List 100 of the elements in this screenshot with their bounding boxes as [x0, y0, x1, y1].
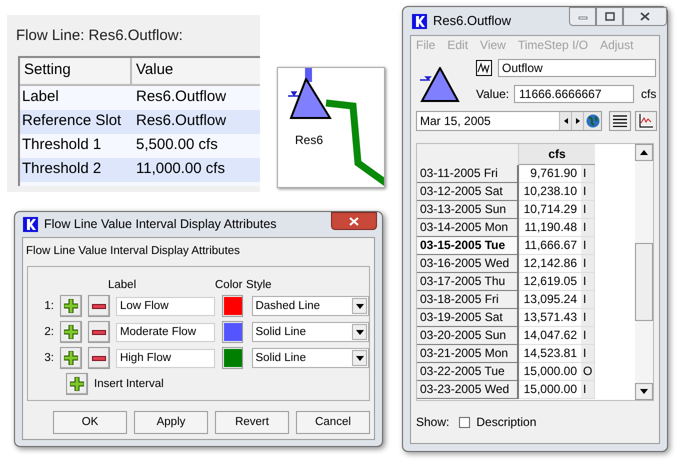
date-cell[interactable]: 03-17-2005 Thu: [417, 273, 519, 291]
close-button[interactable]: [623, 7, 667, 26]
dialog-title: Flow Line Value Interval Display Attributes: [44, 216, 278, 234]
date-cell[interactable]: 03-11-2005 Fri: [417, 165, 519, 183]
dropdown-arrow-icon: [356, 356, 364, 361]
date-cell[interactable]: 03-16-2005 Wed: [417, 255, 519, 273]
column-header: Label: [108, 278, 138, 294]
column-header: Setting: [20, 58, 132, 86]
remove-interval-button[interactable]: [88, 347, 110, 370]
minus-icon: [92, 356, 106, 361]
column-header: Style: [246, 278, 272, 294]
interval-label-field[interactable]: High Flow: [116, 348, 215, 368]
insert-interval-button[interactable]: [66, 373, 88, 396]
minus-icon: [92, 330, 106, 335]
dropdown-arrow-icon: [356, 304, 364, 309]
dialog-button[interactable]: OK: [53, 411, 127, 434]
table-cell-text: Threshold 2: [21, 159, 102, 180]
slot-name-field[interactable]: Outflow: [498, 59, 656, 77]
window-title: Res6.Outflow: [433, 12, 512, 30]
insert-interval-label: Insert Interval: [94, 376, 164, 392]
flag-cell: I: [581, 219, 595, 237]
app-logo-icon: [23, 217, 38, 232]
list-view-button[interactable]: [609, 111, 631, 131]
flag-cell: I: [581, 381, 595, 399]
date-cell[interactable]: 03-12-2005 Sat: [417, 183, 519, 201]
unit-label: cfs: [641, 86, 656, 103]
date-cell[interactable]: 03-15-2005 Tue: [417, 237, 519, 255]
maximize-icon: [604, 12, 614, 21]
add-interval-button[interactable]: [60, 321, 82, 344]
dialog-button[interactable]: Cancel: [296, 411, 370, 434]
date-cell[interactable]: 03-19-2005 Sat: [417, 309, 519, 327]
style-dropdown[interactable]: Solid Line: [252, 348, 369, 368]
style-value: Dashed Line: [254, 298, 322, 314]
plot-button[interactable]: [635, 111, 657, 131]
chart-icon: [639, 114, 653, 128]
value-field[interactable]: 11666.6666667: [514, 85, 634, 103]
interval-number: 1:: [43, 298, 54, 314]
date-cell[interactable]: 03-23-2005 Wed: [417, 381, 519, 399]
flag-cell: I: [581, 237, 595, 255]
close-icon: [349, 216, 359, 226]
table-cell-text: Threshold 1: [21, 135, 102, 156]
dropdown-arrow-icon: [356, 330, 364, 335]
flag-cell: I: [581, 291, 595, 309]
wave-icon: [476, 60, 492, 76]
style-value: Solid Line: [254, 350, 307, 366]
table-cell-text: Res6.Outflow: [135, 111, 226, 132]
interval-label-field[interactable]: Low Flow: [116, 296, 215, 316]
scroll-up-button[interactable]: [635, 144, 653, 161]
flag-cell: I: [581, 201, 595, 219]
reservoir-label: Res6: [295, 132, 324, 149]
flag-cell: I: [581, 165, 595, 183]
date-cell[interactable]: 03-22-2005 Tue: [417, 363, 519, 381]
column-header: Color: [215, 278, 244, 294]
close-icon: [640, 12, 650, 21]
reservoir-icon: [420, 67, 460, 103]
up-arrow-icon: [640, 150, 648, 155]
plus-icon: [70, 377, 84, 392]
table-cell-text: 11,000.00 cfs: [135, 159, 225, 180]
panel-title: Flow Line: Res6.Outflow:: [16, 26, 184, 46]
flag-cell: I: [581, 183, 595, 201]
maximize-button[interactable]: [596, 7, 623, 26]
add-interval-button[interactable]: [60, 347, 82, 370]
close-button[interactable]: [331, 212, 377, 230]
table-cell-text: Res6.Outflow: [135, 87, 226, 108]
date-cell[interactable]: 03-20-2005 Sun: [417, 327, 519, 345]
app-logo-icon: [412, 14, 427, 28]
flag-cell: I: [581, 327, 595, 345]
column-header: Value: [132, 58, 260, 86]
table-cell-text: 5,500.00 cfs: [135, 135, 218, 156]
down-arrow-icon: [640, 389, 648, 394]
plus-icon: [64, 299, 78, 314]
interval-label-field[interactable]: Moderate Flow: [116, 322, 215, 342]
column-header: cfs: [519, 144, 595, 165]
remove-interval-button[interactable]: [88, 295, 110, 318]
add-interval-button[interactable]: [60, 295, 82, 318]
flag-cell: I: [581, 273, 595, 291]
table-cell-text: Label: [21, 87, 60, 108]
flag-cell: O: [581, 363, 595, 381]
lines-icon: [613, 115, 627, 127]
reservoir-icon: [288, 78, 333, 120]
plus-icon: [64, 325, 78, 340]
minus-icon: [92, 304, 106, 309]
date-cell[interactable]: 03-21-2005 Mon: [417, 345, 519, 363]
date-cell[interactable]: 03-14-2005 Mon: [417, 219, 519, 237]
plus-icon: [64, 351, 78, 366]
table-cell-text: Reference Slot: [21, 111, 122, 132]
scrollbar[interactable]: [635, 144, 653, 400]
interval-number: 2:: [43, 324, 54, 340]
style-dropdown[interactable]: Dashed Line: [252, 296, 369, 316]
remove-interval-button[interactable]: [88, 321, 110, 344]
flag-cell: I: [581, 255, 595, 273]
style-dropdown[interactable]: Solid Line: [252, 322, 369, 342]
dialog-button[interactable]: Revert: [215, 411, 289, 434]
date-cell[interactable]: 03-18-2005 Fri: [417, 291, 519, 309]
description-checkbox[interactable]: [459, 416, 470, 428]
scroll-thumb[interactable]: [635, 243, 653, 321]
interval-number: 3:: [43, 350, 54, 366]
scroll-down-button[interactable]: [635, 383, 653, 400]
dialog-button[interactable]: Apply: [134, 411, 208, 434]
date-cell[interactable]: 03-13-2005 Sun: [417, 201, 519, 219]
